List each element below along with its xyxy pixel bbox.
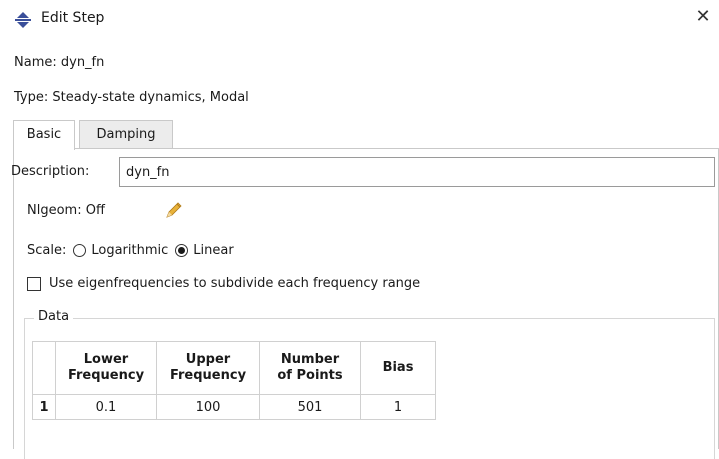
title-bar: Edit Step ✕ [0, 0, 719, 40]
table-header-row: Lower Frequency Upper Frequency Number of P… [32, 341, 436, 395]
column-header-number-of-points[interactable]: Number of Points [259, 341, 361, 395]
scale-row: Scale: Logarithmic Linear [27, 243, 234, 258]
table-row: 1 0.1 100 501 1 [32, 394, 436, 420]
frequency-table: Lower Frequency Upper Frequency Number of P… [32, 341, 436, 420]
linear-radio[interactable] [175, 244, 189, 257]
table-cell-number-of-points[interactable]: 501 [259, 394, 361, 420]
column-header-lower-frequency[interactable]: Lower Frequency [55, 341, 157, 395]
window-title: Edit Step [41, 10, 105, 26]
close-icon[interactable]: ✕ [691, 5, 715, 29]
pencil-icon[interactable] [164, 200, 184, 220]
type-value: Steady-state dynamics, Modal [52, 90, 249, 105]
column-header-upper-frequency[interactable]: Upper Frequency [156, 341, 260, 395]
abaqus-step-icon [15, 12, 31, 28]
nlgeom-label: Nlgeom: [27, 203, 82, 218]
logarithmic-label[interactable]: Logarithmic [91, 243, 168, 258]
tab-basic[interactable]: Basic [13, 120, 75, 150]
logarithmic-radio[interactable] [73, 244, 87, 257]
name-row: Name: dyn_fn [14, 55, 104, 70]
row-number: 1 [32, 394, 56, 420]
eigenfrequency-checkbox[interactable] [27, 276, 41, 291]
nlgeom-row: Nlgeom: Off [27, 203, 105, 218]
nlgeom-value: Off [85, 203, 105, 218]
type-label: Type: [14, 90, 49, 105]
type-row: Type: Steady-state dynamics, Modal [14, 90, 249, 105]
column-header-bias[interactable]: Bias [360, 341, 436, 395]
eigenfrequency-option: Use eigenfrequencies to subdivide each f… [27, 276, 420, 291]
eigenfrequency-label[interactable]: Use eigenfrequencies to subdivide each f… [49, 276, 420, 291]
row-number-header [32, 341, 56, 395]
table-cell-upper-frequency[interactable]: 100 [156, 394, 260, 420]
data-group-label: Data [34, 309, 74, 324]
description-label: Description: [11, 164, 90, 179]
scale-label: Scale: [27, 243, 67, 258]
name-label: Name: [14, 55, 57, 70]
description-field[interactable] [119, 157, 715, 187]
linear-label[interactable]: Linear [193, 243, 233, 258]
name-value: dyn_fn [60, 55, 105, 70]
tab-damping[interactable]: Damping [79, 120, 173, 149]
table-cell-lower-frequency[interactable]: 0.1 [55, 394, 157, 420]
table-cell-bias[interactable]: 1 [360, 394, 436, 420]
